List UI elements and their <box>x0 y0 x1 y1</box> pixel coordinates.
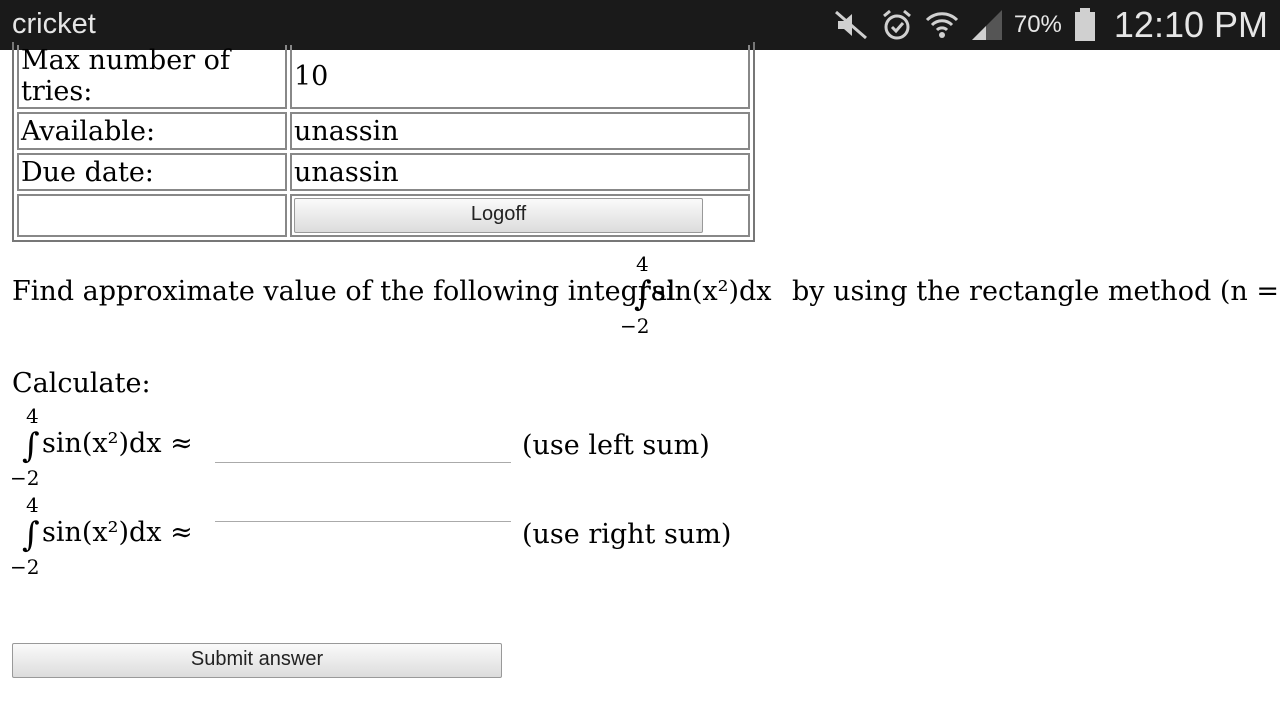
calculate-label: Calculate: <box>12 368 151 399</box>
empty-cell <box>17 194 287 237</box>
integral-sign: 4 ∫ −2 <box>10 493 40 579</box>
integrand: sin(x²)dx <box>652 276 772 307</box>
clock: 12:10 PM <box>1113 4 1268 45</box>
integral-expression: sin(x²)dx ≈ <box>42 428 193 459</box>
lower-limit: −2 <box>620 314 650 338</box>
submit-answer-button[interactable]: Submit answer <box>12 643 502 678</box>
available-label: Available: <box>17 112 287 150</box>
due-date-label: Due date: <box>17 153 287 191</box>
wifi-icon <box>924 8 960 42</box>
mute-icon <box>834 10 870 40</box>
left-sum-hint: (use left sum) <box>522 430 710 461</box>
due-date-value: unassin <box>290 153 750 191</box>
alarm-icon <box>880 8 914 42</box>
problem-prefix: Find approximate value of the following … <box>12 276 676 307</box>
integral-sign: 4 ∫ −2 <box>10 404 40 490</box>
logoff-cell: Logoff <box>290 194 750 237</box>
available-value: unassin <box>290 112 750 150</box>
assignment-info-table: Max number of tries: 10 Available: unass… <box>12 42 755 242</box>
battery-percent: 70% <box>1013 11 1062 38</box>
table-row: Due date: unassin <box>17 153 750 191</box>
integral-expression: sin(x²)dx ≈ <box>42 517 193 548</box>
carrier-name: cricket <box>12 8 96 40</box>
table-row: Available: unassin <box>17 112 750 150</box>
left-sum-row: 4 ∫ −2 sin(x²)dx ≈ (use left sum) <box>10 404 732 490</box>
left-sum-input[interactable] <box>215 430 511 463</box>
right-sum-input[interactable] <box>215 489 511 522</box>
right-sum-hint: (use right sum) <box>522 519 732 550</box>
upper-limit: 4 <box>26 404 39 428</box>
lower-limit: −2 <box>10 466 40 490</box>
upper-limit: 4 <box>636 252 649 276</box>
table-row: Max number of tries: 10 <box>17 45 750 109</box>
logoff-button[interactable]: Logoff <box>294 198 703 233</box>
signal-icon <box>970 8 1004 42</box>
status-icons: 70% 12:10 PM <box>834 0 1268 50</box>
max-tries-value: 10 <box>290 45 750 109</box>
lower-limit: −2 <box>10 555 40 579</box>
max-tries-label: Max number of tries: <box>17 45 287 109</box>
table-row: Logoff <box>17 194 750 237</box>
right-sum-row: 4 ∫ −2 sin(x²)dx ≈ (use right sum) <box>10 489 732 579</box>
upper-limit: 4 <box>26 493 39 517</box>
battery-icon <box>1074 8 1096 42</box>
problem-suffix: by using the rectangle method (n = 6). <box>792 276 1280 307</box>
